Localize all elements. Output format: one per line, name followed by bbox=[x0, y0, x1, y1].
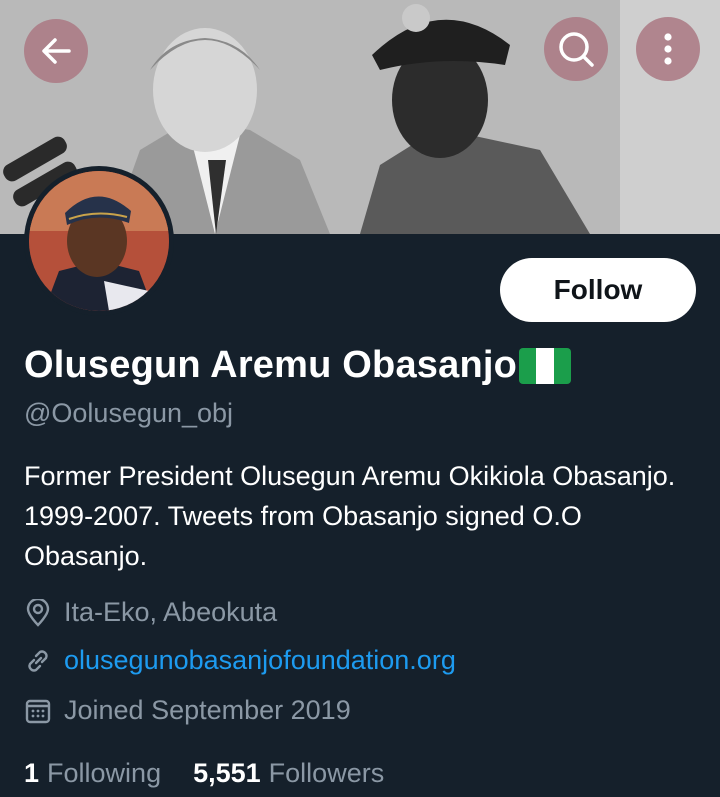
arrow-left-icon bbox=[42, 38, 71, 64]
website-link[interactable]: olusegunobasanjofoundation.org bbox=[64, 645, 456, 676]
more-vertical-icon bbox=[664, 33, 672, 65]
following-count: 1 bbox=[24, 758, 40, 788]
joined-row: Joined September 2019 bbox=[24, 695, 351, 726]
followers-count: 5,551 bbox=[193, 758, 261, 788]
profile-avatar[interactable] bbox=[24, 166, 174, 316]
followers-label: Followers bbox=[268, 758, 385, 788]
user-handle: @Oolusegun_obj bbox=[24, 398, 234, 428]
follow-button[interactable]: Follow bbox=[500, 258, 696, 322]
more-button[interactable] bbox=[636, 17, 700, 81]
search-icon bbox=[559, 32, 594, 67]
location-text: Ita-Eko, Abeokuta bbox=[64, 597, 278, 627]
back-button[interactable] bbox=[24, 19, 88, 83]
avatar-photo bbox=[29, 171, 169, 311]
profile-bio: Former President Olusegun Aremu Okikiola… bbox=[24, 461, 676, 571]
joined-text: Joined September 2019 bbox=[64, 695, 351, 725]
following-count-link[interactable]: 1 Following bbox=[24, 758, 161, 789]
nigeria-flag-icon bbox=[519, 347, 572, 384]
location-pin-icon bbox=[24, 598, 52, 627]
followers-count-link[interactable]: 5,551 Followers bbox=[193, 758, 384, 789]
following-label: Following bbox=[47, 758, 162, 788]
search-button[interactable] bbox=[544, 17, 608, 81]
follow-counts: 1 Following 5,551 Followers bbox=[24, 758, 416, 789]
location-row: Ita-Eko, Abeokuta bbox=[24, 597, 277, 628]
calendar-icon bbox=[24, 697, 52, 725]
name-row: Olusegun Aremu Obasanjo bbox=[24, 344, 572, 387]
display-name: Olusegun Aremu Obasanjo bbox=[24, 344, 518, 386]
link-icon bbox=[24, 647, 52, 675]
website-row[interactable]: olusegunobasanjofoundation.org bbox=[24, 645, 456, 676]
